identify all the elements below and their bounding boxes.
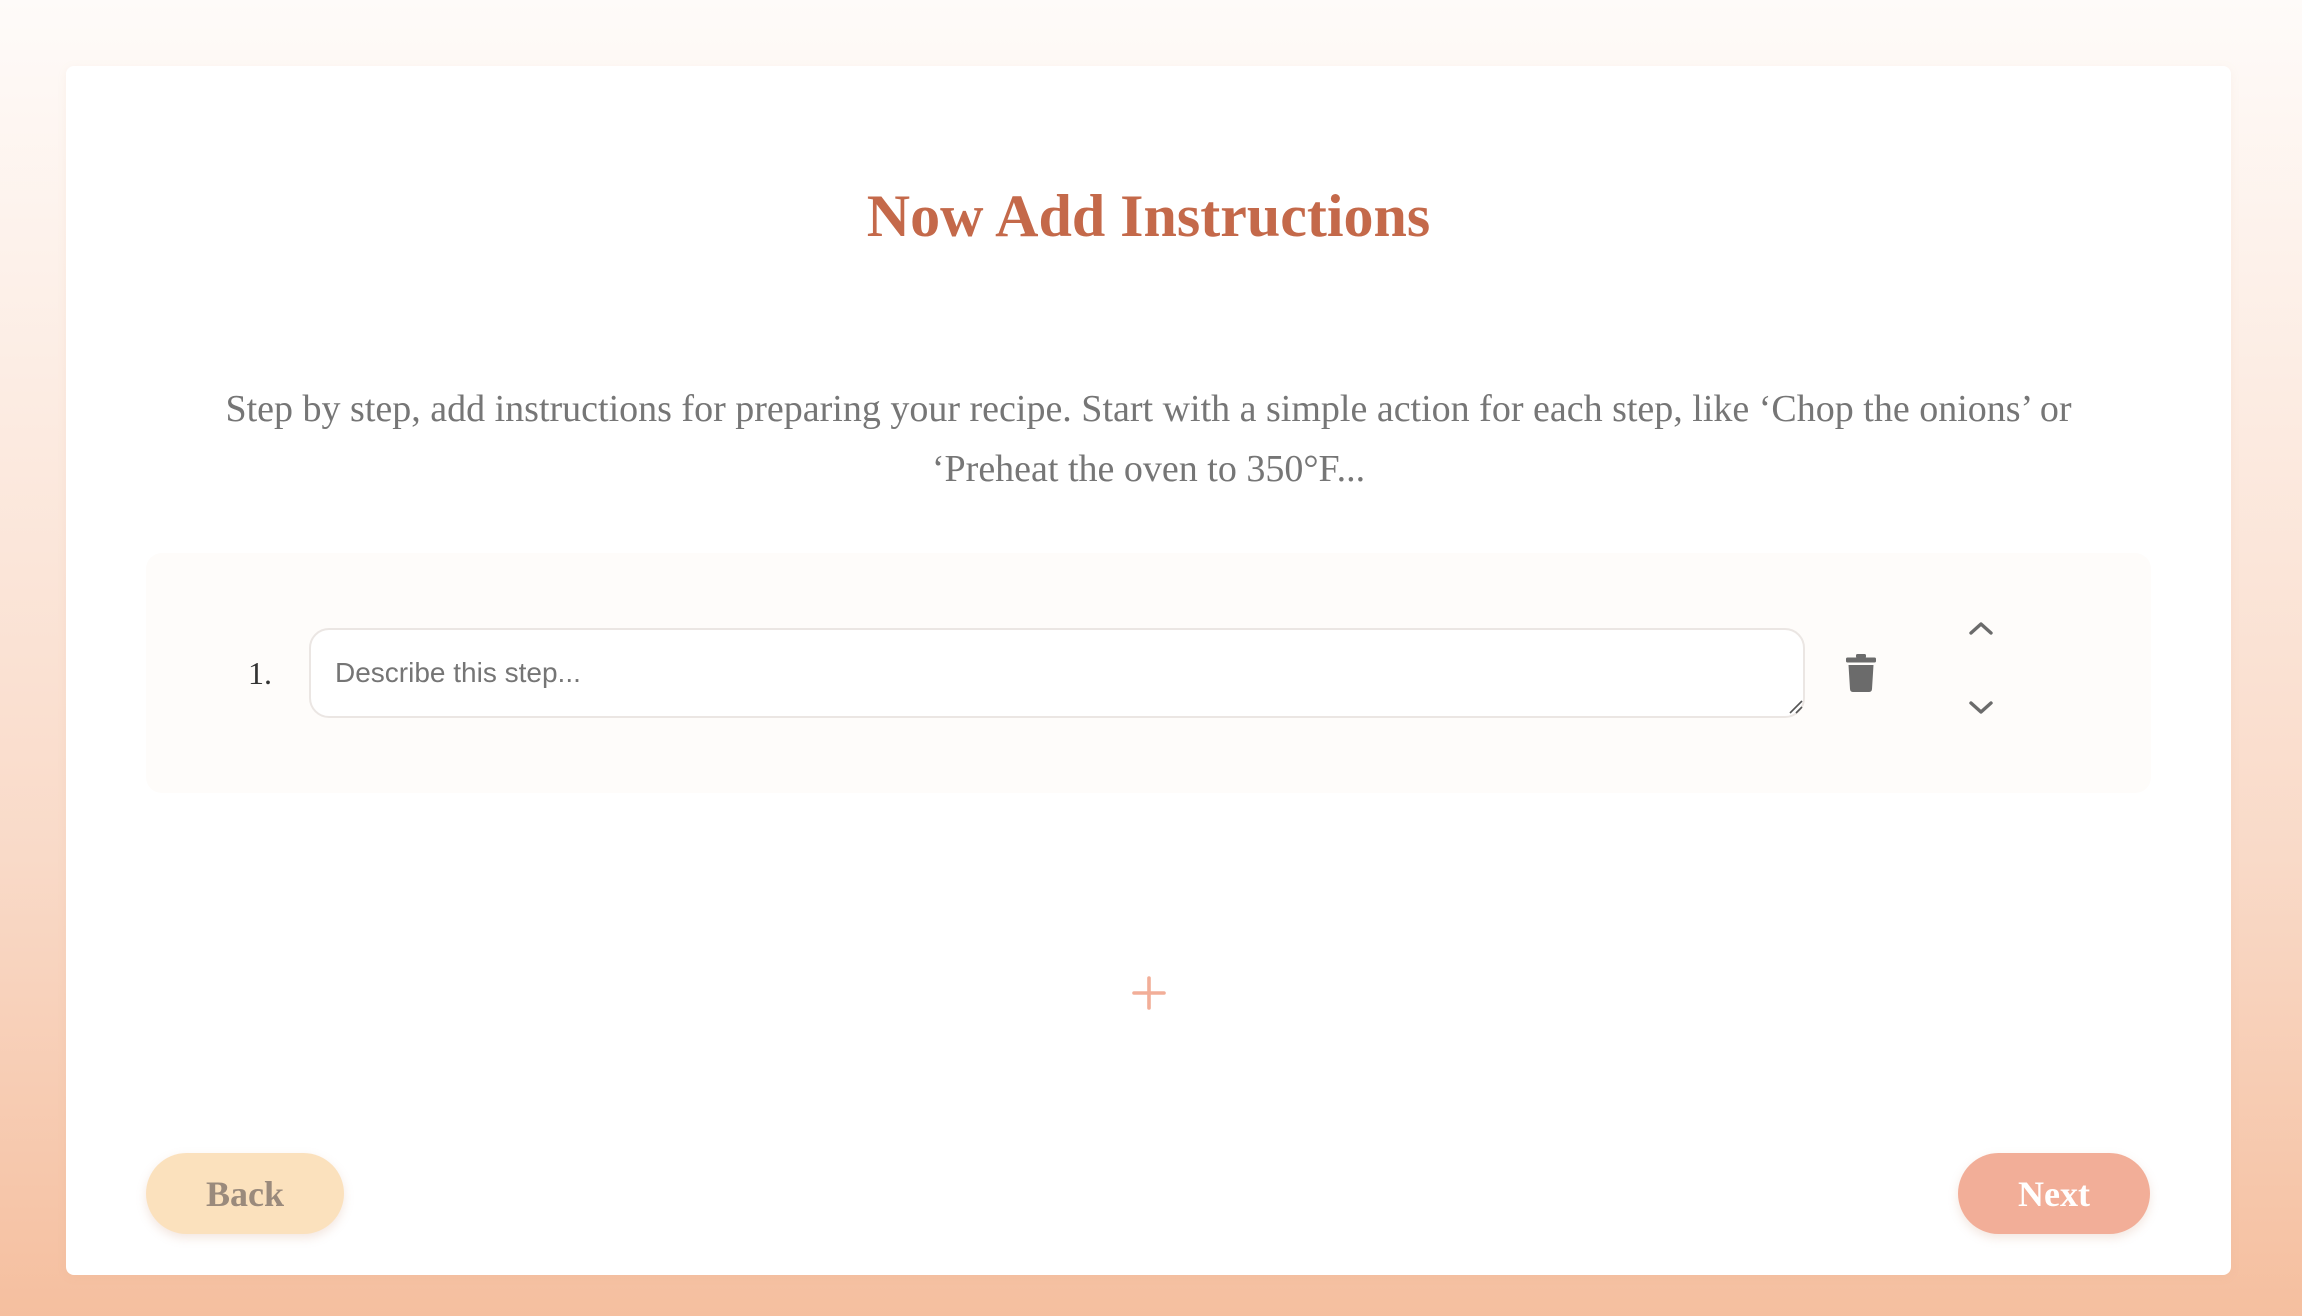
move-step-up-button[interactable] — [1954, 601, 2008, 655]
page-description: Step by step, add instructions for prepa… — [225, 388, 2072, 490]
trash-icon — [1846, 654, 1876, 692]
instructions-card: Now Add Instructions Step by step, add i… — [66, 66, 2231, 1275]
chevron-down-icon — [1969, 701, 1993, 714]
page-title: Now Add Instructions — [866, 183, 1431, 249]
back-button[interactable]: Back — [146, 1153, 344, 1234]
chevron-up-icon — [1969, 622, 1993, 635]
resize-grip-icon[interactable] — [1787, 698, 1803, 714]
step-number: 1. — [248, 655, 272, 691]
next-button[interactable]: Next — [1958, 1153, 2150, 1234]
steps-list: 1. — [146, 553, 2151, 793]
add-step-button[interactable] — [1123, 967, 1175, 1019]
plus-icon — [1132, 976, 1166, 1010]
move-step-down-button[interactable] — [1954, 681, 2008, 735]
delete-step-button[interactable] — [1834, 646, 1888, 700]
step-description-input[interactable] — [309, 628, 1805, 718]
